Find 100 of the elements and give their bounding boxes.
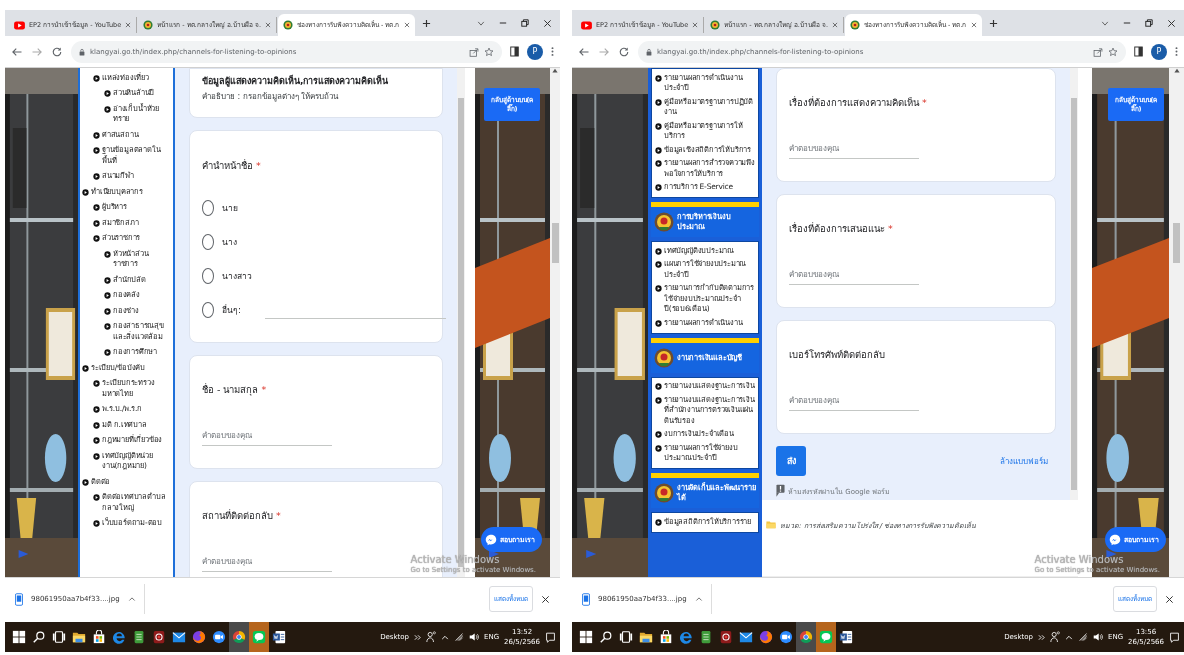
document-icon[interactable]: [272, 630, 286, 644]
close-icon[interactable]: [1165, 594, 1174, 604]
browser-icon[interactable]: [232, 630, 246, 644]
tab-search-icon[interactable]: [477, 19, 485, 27]
share-icon[interactable]: [1093, 46, 1103, 57]
record-icon[interactable]: [719, 630, 733, 644]
back-icon[interactable]: [11, 45, 23, 58]
answer-field[interactable]: คำตอบของคุณ: [202, 551, 332, 572]
new-tab-icon[interactable]: [421, 18, 431, 28]
mail-icon[interactable]: [172, 630, 186, 644]
restore-icon[interactable]: [1145, 19, 1153, 27]
notification-icon[interactable]: [1169, 631, 1180, 643]
chevron-icon[interactable]: [414, 633, 421, 641]
close-tab-icon[interactable]: [970, 22, 977, 28]
scrollbar[interactable]: [1169, 68, 1184, 577]
browser-icon[interactable]: [112, 630, 126, 644]
bullet-icon: [104, 250, 111, 258]
shopping-bag-icon[interactable]: [92, 630, 106, 644]
notepad-icon[interactable]: [699, 630, 713, 644]
minimize-icon[interactable]: [499, 19, 507, 27]
people-icon[interactable]: [426, 631, 436, 643]
scroll-thumb[interactable]: [551, 223, 559, 263]
caret-icon[interactable]: [694, 596, 703, 602]
close-tab-icon[interactable]: [403, 22, 410, 28]
chat-bubble-icon: [485, 533, 497, 546]
video-camera-icon[interactable]: [779, 630, 793, 644]
menu-icon[interactable]: [1175, 46, 1178, 57]
bullet-icon: [82, 364, 89, 372]
notepad-icon[interactable]: [132, 630, 146, 644]
answer-field[interactable]: คำตอบของคุณ: [202, 425, 332, 446]
bullet-icon: [93, 219, 100, 227]
scroll-thumb[interactable]: [1071, 98, 1077, 490]
document-icon[interactable]: [839, 630, 853, 644]
reload-icon[interactable]: [618, 45, 630, 58]
scrollbar[interactable]: [550, 68, 560, 577]
network-icon[interactable]: [1078, 632, 1088, 642]
clear-form-link[interactable]: ล้างแบบฟอร์ม: [1000, 454, 1048, 468]
answer-field[interactable]: คำตอบของคุณ: [789, 390, 919, 411]
bullet-icon: [104, 292, 111, 299]
caret-icon[interactable]: [1065, 633, 1073, 641]
people-icon[interactable]: [1050, 631, 1060, 643]
share-icon[interactable]: [469, 46, 479, 57]
scroll-thumb[interactable]: [1173, 223, 1180, 263]
network-icon[interactable]: [454, 632, 464, 642]
profile-avatar[interactable]: P: [1151, 43, 1167, 60]
close-tab-icon[interactable]: [264, 22, 271, 28]
bookmark-star-icon[interactable]: [1108, 46, 1118, 57]
close-tab-icon[interactable]: [125, 22, 132, 28]
globe-icon[interactable]: [192, 630, 206, 644]
volume-icon[interactable]: [469, 632, 479, 642]
new-tab-icon[interactable]: [988, 18, 998, 28]
search-icon[interactable]: [32, 630, 46, 644]
chat-icon[interactable]: [819, 630, 833, 644]
close-tab-icon[interactable]: [831, 22, 838, 28]
restore-icon[interactable]: [521, 19, 529, 27]
emblem-icon: [654, 347, 674, 368]
close-icon[interactable]: [541, 594, 550, 604]
scrollbar[interactable]: [1070, 68, 1078, 500]
tab-search-icon[interactable]: [1101, 19, 1109, 27]
video-camera-icon[interactable]: [212, 630, 226, 644]
browser-icon[interactable]: [799, 630, 813, 644]
start-icon[interactable]: [12, 630, 26, 644]
volume-icon[interactable]: [1093, 632, 1103, 642]
side-panel-icon[interactable]: [1134, 46, 1143, 57]
shopping-bag-icon[interactable]: [659, 630, 673, 644]
menu-icon[interactable]: [551, 46, 554, 57]
close-icon[interactable]: [1167, 18, 1176, 28]
bookmark-star-icon[interactable]: [484, 46, 494, 57]
minimize-icon[interactable]: [1123, 19, 1131, 27]
close-tab-icon[interactable]: [692, 22, 699, 28]
close-icon[interactable]: [543, 18, 552, 28]
back-icon[interactable]: [578, 45, 590, 58]
globe-icon[interactable]: [759, 630, 773, 644]
record-icon[interactable]: [152, 630, 166, 644]
chevron-icon[interactable]: [1038, 633, 1045, 641]
notification-icon[interactable]: [545, 631, 556, 643]
chat-icon[interactable]: [252, 630, 266, 644]
task-view-icon[interactable]: [619, 630, 633, 644]
bullet-icon: [93, 437, 100, 444]
profile-avatar[interactable]: P: [527, 43, 543, 60]
answer-field[interactable]: คำตอบของคุณ: [789, 138, 919, 159]
report-icon[interactable]: [776, 484, 785, 497]
task-view-icon[interactable]: [52, 630, 66, 644]
browser-icon[interactable]: [679, 630, 693, 644]
emblem-icon: [849, 20, 860, 30]
search-icon[interactable]: [599, 630, 613, 644]
caret-icon[interactable]: [441, 633, 449, 641]
side-panel-icon[interactable]: [510, 46, 519, 57]
bullet-icon: [93, 452, 100, 460]
submit-button[interactable]: ส่ง: [776, 446, 806, 476]
file-icon: [582, 592, 590, 606]
caret-icon[interactable]: [127, 596, 136, 602]
mail-icon[interactable]: [739, 630, 753, 644]
start-icon[interactable]: [579, 630, 593, 644]
reload-icon[interactable]: [51, 45, 63, 58]
bullet-icon: [104, 90, 111, 97]
folder-icon[interactable]: [72, 630, 86, 644]
folder-icon[interactable]: [639, 630, 653, 644]
form-description: คำอธิบาย : กรอกข้อมูลต่างๆ ให้ครบถ้วน: [202, 91, 340, 103]
answer-field[interactable]: คำตอบของคุณ: [789, 264, 919, 285]
